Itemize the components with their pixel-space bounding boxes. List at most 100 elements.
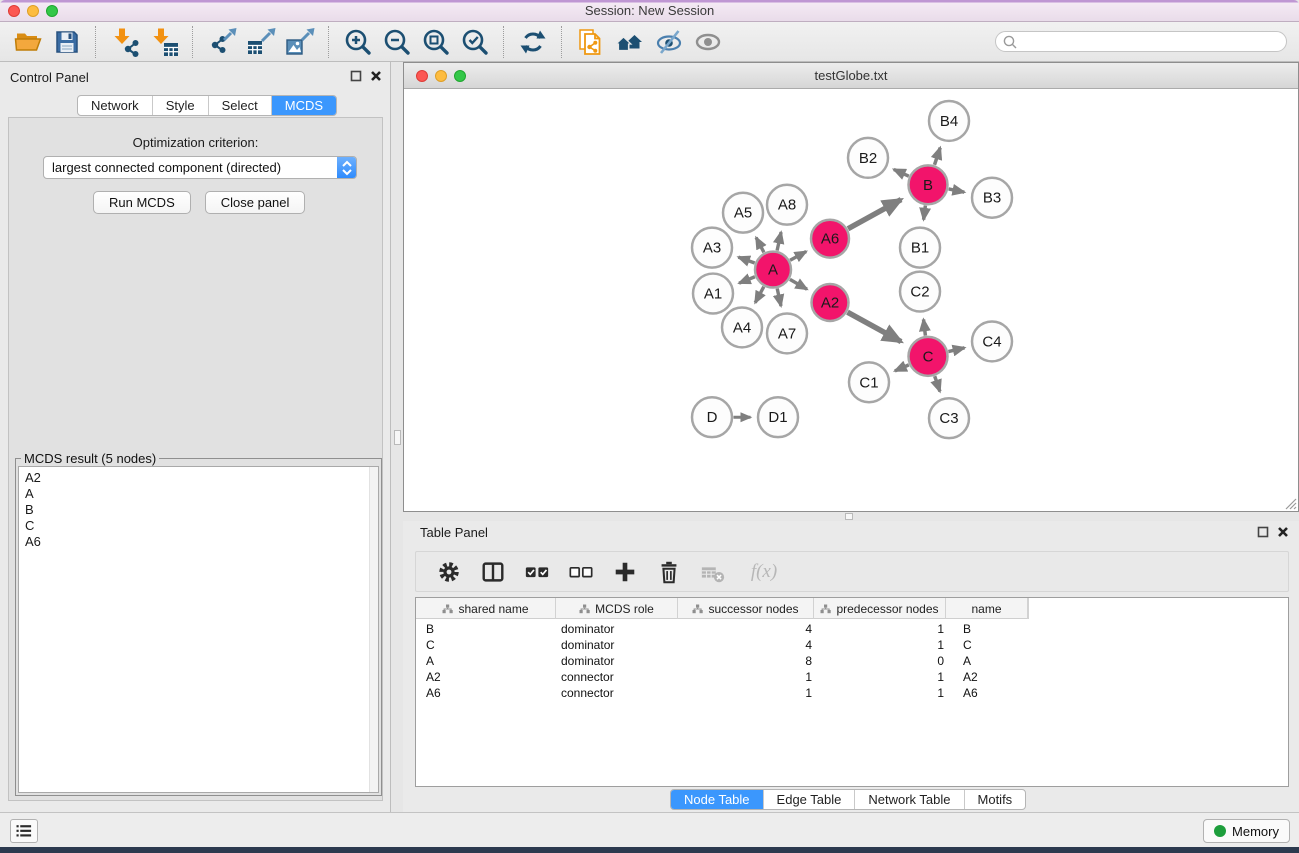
column-header-predecessor-nodes[interactable]: predecessor nodes <box>814 598 946 619</box>
graph-node-C[interactable]: C <box>909 337 948 376</box>
graph-node-A3[interactable]: A3 <box>692 228 732 268</box>
graph-edge-B-B4[interactable] <box>935 148 941 165</box>
column-settings-button[interactable] <box>432 556 466 588</box>
graph-edge-A-A2[interactable] <box>790 279 807 289</box>
tab-select[interactable]: Select <box>208 96 271 115</box>
tab-mcds[interactable]: MCDS <box>271 96 336 115</box>
graph-node-C4[interactable]: C4 <box>972 321 1012 361</box>
create-new-column-button[interactable] <box>608 556 642 588</box>
graph-node-A[interactable]: A <box>755 252 791 288</box>
memory-button[interactable]: Memory <box>1203 819 1290 843</box>
task-history-button[interactable] <box>10 819 38 843</box>
zoom-selected-button[interactable] <box>455 24 494 60</box>
horizontal-splitter-handle[interactable] <box>845 513 853 520</box>
save-session-button[interactable] <box>47 24 86 60</box>
zoom-in-button[interactable] <box>338 24 377 60</box>
graph-node-A8[interactable]: A8 <box>767 185 807 225</box>
zoom-out-button[interactable] <box>377 24 416 60</box>
float-panel-icon[interactable] <box>1257 526 1269 538</box>
window-resize-grip[interactable] <box>1283 496 1297 510</box>
graph-edge-A-A3[interactable] <box>738 257 754 263</box>
graph-node-A2[interactable]: A2 <box>812 284 849 321</box>
graph-edge-A-A6[interactable] <box>790 252 806 261</box>
import-table-button[interactable] <box>144 24 183 60</box>
graph-node-C2[interactable]: C2 <box>900 272 940 312</box>
table-row[interactable]: Bdominator41B <box>416 621 1288 637</box>
vertical-splitter-handle[interactable] <box>394 430 401 445</box>
tab-motifs[interactable]: Motifs <box>964 790 1026 809</box>
graph-edge-B-B3[interactable] <box>949 189 965 192</box>
close-panel-icon[interactable] <box>1277 526 1289 538</box>
graph-edge-A-A1[interactable] <box>739 277 755 283</box>
refresh-button[interactable] <box>513 24 552 60</box>
network-window-titlebar[interactable]: testGlobe.txt <box>404 63 1298 89</box>
search-input[interactable] <box>1018 33 1286 50</box>
criterion-select[interactable]: largest connected component (directed) <box>43 156 357 179</box>
hide-graphics-details-button[interactable] <box>649 24 688 60</box>
graph-node-A1[interactable]: A1 <box>693 274 733 314</box>
network-canvas[interactable]: AA6A2BCA5A8A3A1A4A7B4B2B3B1C2C4C1C3DD1 <box>404 90 1298 511</box>
result-scrollbar[interactable] <box>369 467 378 792</box>
column-header-name[interactable]: name <box>946 598 1028 619</box>
open-session-button[interactable] <box>8 24 47 60</box>
export-table-button[interactable] <box>241 24 280 60</box>
float-panel-icon[interactable] <box>350 70 362 82</box>
table-row[interactable]: Cdominator41C <box>416 637 1288 653</box>
graph-node-B3[interactable]: B3 <box>972 178 1012 218</box>
graph-node-B[interactable]: B <box>909 165 948 204</box>
import-network-button[interactable] <box>105 24 144 60</box>
mcds-result-item[interactable]: B <box>19 502 378 518</box>
graph-edge-B-B1[interactable] <box>924 206 926 220</box>
mcds-result-item[interactable]: A2 <box>19 470 378 486</box>
graph-node-C3[interactable]: C3 <box>929 398 969 438</box>
tab-network[interactable]: Network <box>78 96 152 115</box>
mcds-result-item[interactable]: C <box>19 518 378 534</box>
column-header-successor-nodes[interactable]: successor nodes <box>678 598 814 619</box>
graph-edge-C-C1[interactable] <box>895 365 909 371</box>
graph-node-A5[interactable]: A5 <box>723 193 763 233</box>
graph-edge-A-A8[interactable] <box>777 232 781 250</box>
graph-node-D1[interactable]: D1 <box>758 397 798 437</box>
tab-edge-table[interactable]: Edge Table <box>763 790 855 809</box>
graph-edge-A-A7[interactable] <box>777 289 781 306</box>
graph-edge-A6-B[interactable] <box>848 200 901 229</box>
deselect-all-columns-button[interactable] <box>564 556 598 588</box>
tab-style[interactable]: Style <box>152 96 208 115</box>
graph-edge-C-C2[interactable] <box>924 319 926 335</box>
toggle-panel-layout-button[interactable] <box>476 556 510 588</box>
table-row[interactable]: Adominator80A <box>416 653 1288 669</box>
run-mcds-button[interactable]: Run MCDS <box>93 191 191 214</box>
graph-edge-A-A5[interactable] <box>756 238 764 253</box>
graph-node-A7[interactable]: A7 <box>767 313 807 353</box>
export-network-button[interactable] <box>202 24 241 60</box>
close-panel-button[interactable]: Close panel <box>205 191 306 214</box>
close-panel-icon[interactable] <box>370 70 382 82</box>
tab-network-table[interactable]: Network Table <box>854 790 963 809</box>
column-header-MCDS-role[interactable]: MCDS role <box>556 598 678 619</box>
graph-edge-B-B2[interactable] <box>894 169 909 176</box>
graph-edge-C-C4[interactable] <box>948 348 964 352</box>
graph-edge-A2-C[interactable] <box>848 312 902 341</box>
graph-node-C1[interactable]: C1 <box>849 362 889 402</box>
graph-edge-A-A4[interactable] <box>755 287 764 303</box>
graph-node-A4[interactable]: A4 <box>722 307 762 347</box>
mcds-result-item[interactable]: A <box>19 486 378 502</box>
search-box[interactable] <box>995 31 1287 52</box>
graph-node-A6[interactable]: A6 <box>811 220 849 258</box>
mcds-result-item[interactable]: A6 <box>19 534 378 550</box>
graph-node-D[interactable]: D <box>692 397 732 437</box>
graph-edge-C-C3[interactable] <box>935 376 940 391</box>
export-image-button[interactable] <box>280 24 319 60</box>
mcds-result-list[interactable]: A2ABCA6 <box>18 466 379 793</box>
show-graphics-details-button[interactable] <box>688 24 727 60</box>
graph-node-B1[interactable]: B1 <box>900 228 940 268</box>
network-from-file-button[interactable] <box>571 24 610 60</box>
tab-node-table[interactable]: Node Table <box>671 790 763 809</box>
column-header-shared-name[interactable]: shared name <box>416 598 556 619</box>
select-all-columns-button[interactable] <box>520 556 554 588</box>
delete-columns-button[interactable] <box>652 556 686 588</box>
zoom-fit-button[interactable] <box>416 24 455 60</box>
graph-node-B4[interactable]: B4 <box>929 101 969 141</box>
table-row[interactable]: A6connector11A6 <box>416 685 1288 701</box>
table-row[interactable]: A2connector11A2 <box>416 669 1288 685</box>
